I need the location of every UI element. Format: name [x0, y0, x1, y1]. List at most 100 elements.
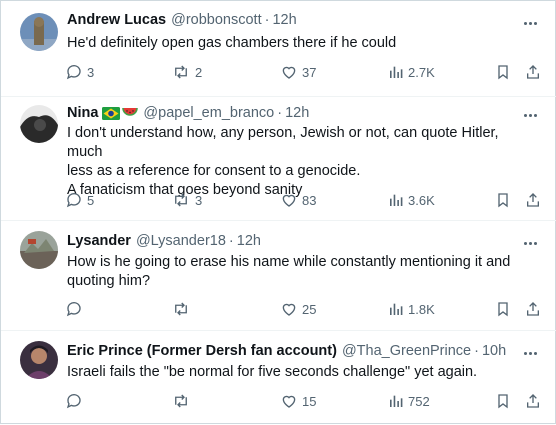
- user-handle[interactable]: @Lysander18: [136, 233, 226, 249]
- views-button[interactable]: 3.6K: [388, 190, 435, 210]
- analytics-icon: [390, 66, 403, 78]
- tweet-text: Israeli fails the "be normal for five se…: [67, 363, 537, 382]
- reply-icon: [66, 193, 81, 208]
- retweet-icon: [175, 193, 187, 207]
- separator: ·: [228, 233, 234, 249]
- name-emojis: [102, 106, 139, 120]
- user-handle[interactable]: @Tha_GreenPrince: [342, 343, 471, 359]
- retweet-button[interactable]: 3: [171, 190, 202, 210]
- heart-icon: [282, 303, 296, 316]
- retweet-icon: [175, 65, 187, 79]
- user-handle[interactable]: @papel_em_branco: [143, 105, 274, 121]
- separator: ·: [277, 105, 283, 121]
- avatar[interactable]: [20, 341, 58, 379]
- share-icon: [527, 65, 539, 79]
- views-button[interactable]: 752: [388, 391, 430, 411]
- like-button[interactable]: 15: [280, 391, 316, 411]
- tweet-actions: 5 3 83 3.6K: [63, 190, 543, 210]
- tweet-header: Lysander @Lysander18 · 12h: [67, 233, 261, 249]
- tweet-text-line: He'd definitely open gas chambers there …: [67, 35, 397, 51]
- share-button[interactable]: [525, 391, 541, 411]
- reply-icon: [66, 394, 81, 409]
- tweet-text: I don't understand how, any person, Jewi…: [67, 124, 537, 200]
- tweet-actions: 25 1.8K: [63, 299, 543, 319]
- views-button[interactable]: 1.8K: [388, 299, 435, 319]
- tweet-text-line: I don't understand how, any person, Jewi…: [67, 125, 499, 160]
- display-name[interactable]: Andrew Lucas: [67, 12, 166, 28]
- view-count: 1.8K: [408, 301, 435, 317]
- heart-icon: [282, 66, 296, 79]
- timestamp[interactable]: 12h: [272, 12, 296, 28]
- share-button[interactable]: [525, 62, 541, 82]
- reply-icon: [66, 302, 81, 317]
- retweet-count: 3: [195, 192, 203, 208]
- bookmark-icon: [498, 65, 508, 80]
- user-handle[interactable]: @robbonscott: [171, 12, 262, 28]
- more-options-icon[interactable]: [521, 236, 539, 250]
- tweet-actions: 3 2 37 2.7K: [63, 62, 543, 82]
- tweet-andrew-lucas[interactable]: Andrew Lucas @robbonscott · 12h He'd def…: [1, 1, 556, 97]
- retweet-icon: [175, 302, 187, 316]
- tweet-eric-prince[interactable]: Eric Prince (Former Dersh fan account) @…: [1, 331, 556, 425]
- views-button[interactable]: 2.7K: [388, 62, 435, 82]
- reply-button[interactable]: [65, 299, 87, 319]
- avatar[interactable]: [20, 231, 58, 269]
- analytics-icon: [390, 395, 403, 407]
- retweet-button[interactable]: 2: [171, 62, 202, 82]
- reply-button[interactable]: 5: [65, 190, 94, 210]
- retweet-button[interactable]: [171, 391, 195, 411]
- tweet-text-line: quoting him?: [67, 273, 151, 289]
- reply-count: 5: [87, 192, 95, 208]
- reply-count: 3: [87, 64, 95, 80]
- reply-button[interactable]: 3: [65, 62, 94, 82]
- timestamp[interactable]: 12h: [285, 105, 309, 121]
- retweet-button[interactable]: [171, 299, 195, 319]
- like-count: 25: [302, 301, 317, 317]
- bookmark-button[interactable]: [495, 391, 511, 411]
- reply-button[interactable]: [65, 391, 87, 411]
- like-count: 15: [302, 393, 317, 409]
- tweet-header: Nina @papel_em_branco · 12h: [67, 105, 309, 121]
- bookmark-button[interactable]: [495, 62, 511, 82]
- like-button[interactable]: 37: [280, 62, 316, 82]
- share-button[interactable]: [525, 299, 541, 319]
- like-count: 83: [302, 192, 317, 208]
- reply-icon: [66, 65, 81, 80]
- more-options-icon[interactable]: [521, 346, 539, 360]
- bookmark-button[interactable]: [495, 190, 511, 210]
- like-button[interactable]: 83: [280, 190, 316, 210]
- display-name[interactable]: Lysander: [67, 233, 131, 249]
- display-name[interactable]: Eric Prince (Former Dersh fan account): [67, 343, 337, 359]
- separator: ·: [474, 343, 479, 359]
- share-button[interactable]: [525, 190, 541, 210]
- more-options-icon[interactable]: [521, 16, 539, 30]
- share-icon: [527, 193, 539, 207]
- share-icon: [527, 394, 539, 408]
- timestamp[interactable]: 12h: [237, 233, 261, 249]
- tweet-text-line: less as a reference for consent to a gen…: [67, 163, 361, 179]
- share-icon: [527, 302, 539, 316]
- bookmark-icon: [498, 193, 508, 208]
- bookmark-icon: [498, 394, 508, 409]
- brazil-flag-icon: [102, 106, 121, 120]
- more-options-icon[interactable]: [521, 108, 539, 122]
- analytics-icon: [390, 303, 403, 315]
- like-count: 37: [302, 64, 317, 80]
- tweet-header: Andrew Lucas @robbonscott · 12h: [67, 12, 297, 28]
- tweet-text: He'd definitely open gas chambers there …: [67, 34, 537, 53]
- bookmark-button[interactable]: [495, 299, 511, 319]
- view-count: 3.6K: [408, 192, 435, 208]
- heart-icon: [282, 194, 296, 207]
- tweet-actions: 15 752: [63, 391, 543, 411]
- tweet-nina[interactable]: Nina @papel_em_branco · 12h I don't unde…: [1, 97, 556, 221]
- tweet-lysander[interactable]: Lysander @Lysander18 · 12h How is he goi…: [1, 221, 556, 331]
- timestamp[interactable]: 10h: [482, 343, 506, 359]
- avatar[interactable]: [20, 13, 58, 51]
- tweet-text-line: Israeli fails the "be normal for five se…: [67, 364, 478, 380]
- separator: ·: [264, 12, 270, 28]
- like-button[interactable]: 25: [280, 299, 316, 319]
- avatar[interactable]: [20, 105, 58, 143]
- reply-thread: Andrew Lucas @robbonscott · 12h He'd def…: [0, 0, 556, 424]
- display-name[interactable]: Nina: [67, 105, 98, 121]
- tweet-text-line: How is he going to erase his name while …: [67, 254, 511, 270]
